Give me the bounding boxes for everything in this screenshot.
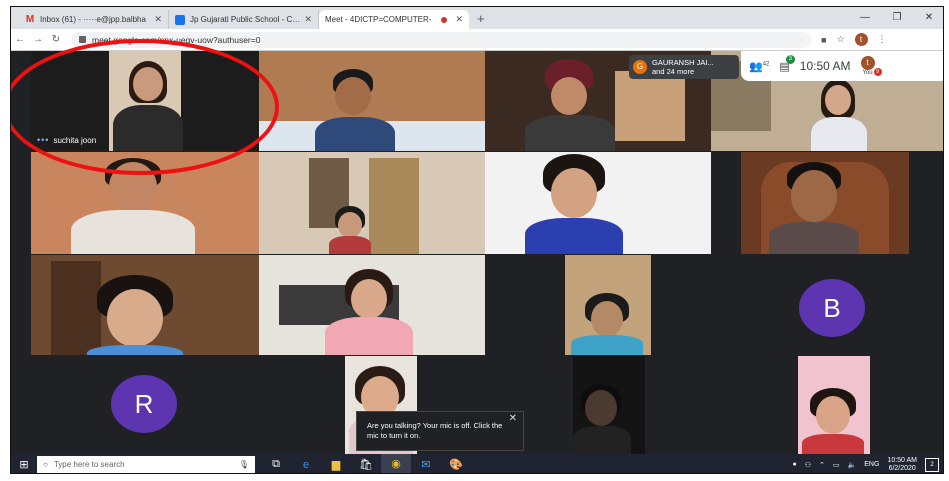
video-tile[interactable] (485, 152, 711, 254)
you-label: You (862, 70, 873, 76)
window-controls: — ❐ ✕ (849, 7, 943, 29)
video-tile[interactable] (259, 51, 485, 151)
chat-button[interactable]: ▤ 3 (779, 54, 795, 73)
tab-calendar[interactable]: Jp Gujarati Public School - Calen ✕ (169, 10, 319, 29)
mic-icon[interactable]: 🎙 (239, 460, 249, 469)
taskbar-apps: ⧉ e ▆ 🛍 ◉ ✉ 🎨 (261, 454, 471, 473)
edge-icon[interactable]: e (291, 454, 321, 473)
close-window-icon[interactable]: ✕ (913, 7, 943, 29)
star-icon[interactable]: ☆ (836, 34, 844, 45)
new-tab-button[interactable]: + (469, 10, 493, 29)
system-tray: ● ⚇ ⌃ ▭ 🔈 ENG 10:50 AM 6/2/2020 2 (793, 457, 943, 473)
tab-title: Meet - 4DICTP=COMPUTER- (325, 15, 432, 24)
file-explorer-icon[interactable]: ▆ (321, 454, 351, 473)
tab-title: Inbox (61) - ·····e@jpp.balbha (40, 15, 146, 24)
close-icon[interactable]: ✕ (509, 414, 517, 424)
task-view-icon[interactable]: ⧉ (261, 454, 291, 473)
presenter-chip[interactable]: G GAURANSH JAI... and 24 more (629, 55, 739, 79)
video-tile-suchita[interactable]: ••• suchita joon (31, 51, 261, 151)
tab-gmail[interactable]: M Inbox (61) - ·····e@jpp.balbha ✕ (19, 10, 169, 29)
presenter-sub: and 24 more (652, 67, 695, 76)
video-tile[interactable] (31, 152, 259, 254)
chevron-up-icon[interactable]: ⌃ (819, 461, 825, 469)
menu-icon[interactable]: ⋮ (878, 34, 887, 45)
gmail-icon: M (25, 13, 35, 25)
meet-toolbar: 👥42 ▤ 3 10:50 AM t9 You (741, 51, 943, 81)
browser-tabbar: M Inbox (61) - ·····e@jpp.balbha ✕ Jp Gu… (11, 7, 943, 29)
restore-icon[interactable]: ❐ (881, 7, 913, 29)
store-icon[interactable]: 🛍 (351, 454, 381, 473)
notification-icon[interactable]: 2 (925, 457, 939, 472)
people-button[interactable]: 👥42 (749, 60, 769, 73)
audio-level-icon: ••• (37, 135, 50, 145)
url-input[interactable]: meet.google.com/nnx-ueqv-uow?authuser=0 (71, 31, 811, 48)
toast-text: Are you talking? Your mic is off. Click … (367, 421, 503, 440)
address-bar: ← → ↻ meet.google.com/nnx-ueqv-uow?authu… (11, 29, 943, 51)
people-tray-icon[interactable]: ⚇ (805, 461, 811, 469)
self-badge: 9 (873, 68, 882, 76)
mail-icon[interactable]: ✉ (411, 454, 441, 473)
mic-off-toast: Are you talking? Your mic is off. Click … (356, 411, 524, 451)
forward-icon[interactable]: → (29, 34, 47, 45)
close-icon[interactable]: ✕ (304, 14, 312, 25)
recording-icon (441, 16, 448, 23)
taskbar-clock[interactable]: 10:50 AM 6/2/2020 (887, 457, 917, 473)
participants-count: 42 (762, 60, 770, 67)
reload-icon[interactable]: ↻ (47, 34, 65, 45)
profile-avatar[interactable]: t (854, 33, 868, 46)
taskbar-search-input[interactable]: ○ Type here to search 🎙 (37, 456, 255, 473)
tab-title: Jp Gujarati Public School - Calen (190, 15, 301, 24)
self-avatar[interactable]: t9 You (860, 56, 882, 76)
video-tile[interactable] (259, 152, 485, 254)
minimize-icon[interactable]: — (849, 7, 881, 29)
meet-grid: ••• suchita joon B R (11, 39, 943, 454)
screen-frame: M Inbox (61) - ·····e@jpp.balbha ✕ Jp Gu… (10, 6, 944, 474)
back-icon[interactable]: ← (11, 34, 29, 45)
app-tray-icon[interactable]: ● (793, 461, 797, 468)
camera-indicator-icon[interactable]: ■ (821, 35, 826, 45)
chrome-icon[interactable]: ◉ (381, 454, 411, 473)
avatar-r: R (111, 375, 177, 433)
volume-icon[interactable]: 🔈 (848, 461, 857, 469)
windows-start-icon[interactable]: ⊞ (11, 458, 37, 471)
video-tile[interactable] (31, 255, 259, 355)
lock-icon (79, 36, 86, 43)
close-icon[interactable]: ✕ (455, 14, 463, 25)
battery-icon[interactable]: ▭ (833, 461, 840, 469)
chat-badge: 3 (785, 54, 795, 64)
avatar-b: B (799, 279, 865, 337)
tab-meet[interactable]: Meet - 4DICTP=COMPUTER- ✕ (319, 10, 469, 29)
video-tile[interactable] (573, 356, 645, 454)
video-tile[interactable] (565, 255, 651, 355)
participant-name: ••• suchita joon (37, 135, 97, 145)
presenter-avatar: G (633, 60, 647, 74)
video-tile[interactable] (798, 356, 870, 454)
windows-taskbar: ⊞ ○ Type here to search 🎙 ⧉ e ▆ 🛍 ◉ ✉ 🎨 … (11, 454, 943, 473)
presenter-name: GAURANSH JAI... (652, 58, 714, 67)
url-text: meet.google.com/nnx-ueqv-uow?authuser=0 (92, 34, 261, 45)
calendar-icon (175, 14, 185, 25)
close-icon[interactable]: ✕ (154, 14, 162, 25)
people-icon: 👥 (749, 60, 763, 73)
meet-clock: 10:50 AM (799, 59, 851, 73)
video-tile[interactable] (259, 255, 485, 355)
video-tile[interactable] (741, 152, 909, 254)
paint-icon[interactable]: 🎨 (441, 454, 471, 473)
language-indicator[interactable]: ENG (864, 461, 879, 468)
search-icon: ○ (43, 460, 48, 469)
